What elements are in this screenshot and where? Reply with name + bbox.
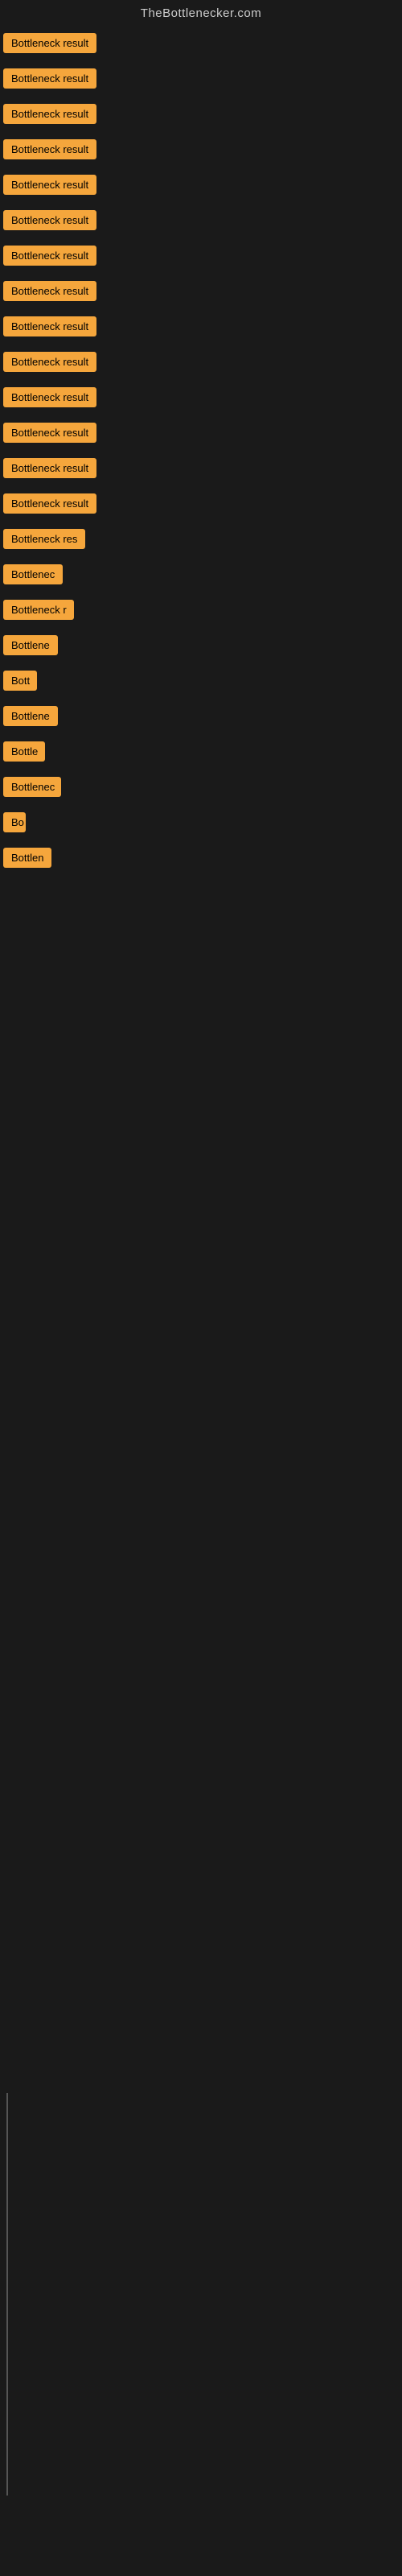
bottleneck-badge[interactable]: Bottle [3, 741, 45, 762]
bottleneck-badge[interactable]: Bottleneck result [3, 316, 96, 336]
list-item: Bottleneck result [2, 453, 402, 487]
list-item: Bottleneck result [2, 276, 402, 310]
bottleneck-badge[interactable]: Bottleneck result [3, 139, 96, 159]
bottleneck-badge[interactable]: Bottlene [3, 635, 58, 655]
list-item: Bottlene [2, 701, 402, 735]
list-item: Bottleneck result [2, 347, 402, 381]
list-item: Bottlenec [2, 772, 402, 806]
bottleneck-badge[interactable]: Bott [3, 671, 37, 691]
list-item: Bottlenec [2, 559, 402, 593]
list-item: Bottleneck result [2, 64, 402, 97]
bottleneck-badge[interactable]: Bottleneck res [3, 529, 85, 549]
list-item: Bottleneck result [2, 382, 402, 416]
bottleneck-badge[interactable]: Bottleneck result [3, 104, 96, 124]
bottleneck-badge[interactable]: Bottleneck result [3, 352, 96, 372]
bottleneck-badge[interactable]: Bottlene [3, 706, 58, 726]
vertical-line-decoration [6, 2093, 8, 2496]
bottleneck-badge[interactable]: Bottleneck result [3, 387, 96, 407]
list-item: Bottleneck result [2, 418, 402, 452]
bottleneck-badge[interactable]: Bottlenec [3, 777, 61, 797]
site-title: TheBottlenecker.com [0, 0, 402, 28]
list-item: Bott [2, 666, 402, 700]
list-item: Bottlen [2, 843, 402, 877]
bottleneck-badge[interactable]: Bottleneck result [3, 493, 96, 514]
list-item: Bottleneck result [2, 28, 402, 62]
list-item: Bottleneck result [2, 99, 402, 133]
bottleneck-badge[interactable]: Bottleneck result [3, 33, 96, 53]
bottleneck-badge[interactable]: Bottleneck result [3, 281, 96, 301]
bottleneck-badge[interactable]: Bottlenec [3, 564, 63, 584]
list-item: Bottleneck result [2, 312, 402, 345]
bottleneck-badge[interactable]: Bottleneck result [3, 246, 96, 266]
list-item: Bottleneck result [2, 241, 402, 275]
bottleneck-badge[interactable]: Bottleneck result [3, 68, 96, 89]
bottleneck-badge[interactable]: Bottlen [3, 848, 51, 868]
list-item: Bottleneck res [2, 524, 402, 558]
list-item: Bottleneck result [2, 134, 402, 168]
list-item: Bottle [2, 737, 402, 770]
list-item: Bottleneck r [2, 595, 402, 629]
bottleneck-badge[interactable]: Bo [3, 812, 26, 832]
bottleneck-list: Bottleneck result Bottleneck result Bottle… [0, 28, 402, 894]
bottleneck-badge[interactable]: Bottleneck result [3, 458, 96, 478]
list-item: Bottleneck result [2, 170, 402, 204]
list-item: Bottlene [2, 630, 402, 664]
list-item: Bo [2, 807, 402, 841]
bottleneck-badge[interactable]: Bottleneck result [3, 175, 96, 195]
bottleneck-badge[interactable]: Bottleneck result [3, 423, 96, 443]
list-item: Bottleneck result [2, 489, 402, 522]
list-item: Bottleneck result [2, 205, 402, 239]
bottleneck-badge[interactable]: Bottleneck r [3, 600, 74, 620]
bottleneck-badge[interactable]: Bottleneck result [3, 210, 96, 230]
